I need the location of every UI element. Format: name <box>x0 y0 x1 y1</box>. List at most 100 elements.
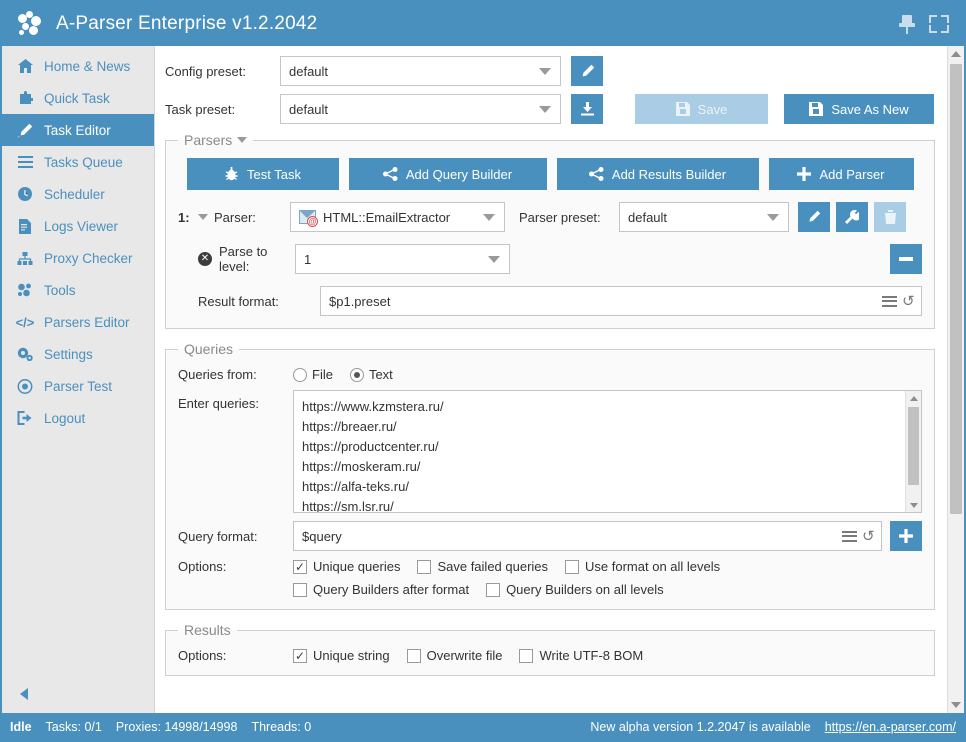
queries-from-label: Queries from: <box>178 367 293 382</box>
chevron-down-icon <box>539 68 551 75</box>
test-task-label: Test Task <box>247 167 301 182</box>
chevron-down-icon <box>767 214 779 221</box>
lines-icon[interactable] <box>842 531 857 542</box>
parse-level-label: Parse to level: <box>219 244 295 274</box>
config-preset-select[interactable]: default <box>280 56 561 86</box>
sidebar-item-label: Logout <box>44 411 85 426</box>
undo-icon[interactable]: ↻ <box>902 294 915 309</box>
sidebar-item-proxy-checker[interactable]: Proxy Checker <box>2 242 154 274</box>
body: Home & News Quick Task Task Editor <box>2 46 964 713</box>
circle-x-icon[interactable]: ✕ <box>198 252 212 266</box>
sidebar-item-scheduler[interactable]: Scheduler <box>2 178 154 210</box>
option-label: Unique queries <box>313 559 400 574</box>
add-parser-button[interactable]: Add Parser <box>769 158 914 190</box>
sidebar-item-tasks-queue[interactable]: Tasks Queue <box>2 146 154 178</box>
sidebar-item-parser-test[interactable]: Parser Test <box>2 370 154 402</box>
title-bar: A-Parser Enterprise v1.2.2042 <box>2 2 964 46</box>
queries-from-file-label: File <box>312 367 333 382</box>
sidebar-item-label: Scheduler <box>44 187 105 202</box>
queries-from-text-radio[interactable]: Text <box>350 367 393 382</box>
fullscreen-icon[interactable] <box>928 13 950 35</box>
sidebar-item-logout[interactable]: Logout <box>2 402 154 434</box>
undo-icon[interactable]: ↻ <box>862 529 875 544</box>
add-query-builder-label: Add Query Builder <box>406 167 512 182</box>
option-query-builders-after-format[interactable]: Query Builders after format <box>293 582 469 597</box>
add-query-builder-button[interactable]: Add Query Builder <box>349 158 547 190</box>
queries-textarea-scrollbar[interactable] <box>905 391 921 512</box>
collapse-sidebar-icon[interactable] <box>2 675 154 713</box>
sidebar-item-quick-task[interactable]: Quick Task <box>2 82 154 114</box>
page-scrollbar[interactable] <box>947 46 964 713</box>
parser-label: Parser: <box>214 210 290 225</box>
option-unique-string[interactable]: ✓ Unique string <box>293 648 390 663</box>
queries-textarea[interactable]: https://www.kzmstera.ru/ https://breaer.… <box>294 391 905 512</box>
sidebar-item-task-editor[interactable]: Task Editor <box>2 114 154 146</box>
sidebar-item-label: Parsers Editor <box>44 315 130 330</box>
checkbox-checked-icon: ✓ <box>293 560 307 574</box>
add-results-builder-button[interactable]: Add Results Builder <box>557 158 759 190</box>
sidebar-item-parsers-editor[interactable]: </> Parsers Editor <box>2 306 154 338</box>
save-as-new-button[interactable]: Save As New <box>784 94 934 124</box>
config-preset-label: Config preset: <box>165 64 280 79</box>
radio-icon <box>293 368 307 382</box>
delete-parser-button[interactable] <box>874 202 906 232</box>
save-button[interactable]: Save <box>635 94 768 124</box>
parse-level-value: 1 <box>304 252 311 267</box>
scrollbar-thumb[interactable] <box>908 407 919 485</box>
enter-queries-label: Enter queries: <box>178 390 293 411</box>
scroll-up-icon[interactable] <box>948 46 964 62</box>
test-task-button[interactable]: Test Task <box>187 158 339 190</box>
result-format-field-icons: ↻ <box>882 294 915 309</box>
gears-icon <box>15 347 35 361</box>
scroll-down-icon[interactable] <box>906 498 921 512</box>
edit-parser-preset-button[interactable] <box>798 202 830 232</box>
parser-row-number: 1: <box>178 210 198 225</box>
update-link[interactable]: https://en.a-parser.com/ <box>825 720 956 734</box>
scroll-down-icon[interactable] <box>948 697 964 713</box>
scrollbar-thumb[interactable] <box>950 64 962 514</box>
add-parser-label: Add Parser <box>819 167 884 182</box>
remove-parser-button[interactable] <box>890 244 922 274</box>
queries-options-row-1: Options: ✓ Unique queries Save failed qu… <box>178 559 922 574</box>
sidebar-item-tools[interactable]: Tools <box>2 274 154 306</box>
lines-icon[interactable] <box>882 296 897 307</box>
query-format-input[interactable]: $query ↻ <box>293 521 882 551</box>
option-save-failed-queries[interactable]: Save failed queries <box>417 559 548 574</box>
sidebar-item-label: Parser Test <box>44 379 112 394</box>
molecule-logo-icon <box>18 11 46 37</box>
parsers-legend[interactable]: Parsers <box>178 132 253 148</box>
sidebar-item-home-news[interactable]: Home & News <box>2 50 154 82</box>
chevron-down-icon <box>237 137 247 143</box>
add-results-builder-label: Add Results Builder <box>612 167 726 182</box>
add-query-format-button[interactable] <box>890 521 922 551</box>
option-query-builders-on-all-levels[interactable]: Query Builders on all levels <box>486 582 664 597</box>
save-label: Save <box>698 102 728 117</box>
sidebar-item-logs-viewer[interactable]: Logs Viewer <box>2 210 154 242</box>
task-preset-select[interactable]: default <box>280 94 561 124</box>
checkbox-icon <box>407 649 421 663</box>
option-unique-queries[interactable]: ✓ Unique queries <box>293 559 400 574</box>
puzzle-icon <box>15 91 35 105</box>
edit-config-preset-button[interactable] <box>571 56 603 86</box>
status-state: Idle <box>10 720 32 734</box>
result-format-value: $p1.preset <box>329 294 882 309</box>
chevron-down-icon[interactable] <box>198 214 208 220</box>
result-format-input[interactable]: $p1.preset ↻ <box>320 286 922 316</box>
pin-icon[interactable] <box>896 13 918 35</box>
option-use-format-on-all-levels[interactable]: Use format on all levels <box>565 559 720 574</box>
option-overwrite-file[interactable]: Overwrite file <box>407 648 503 663</box>
parse-level-select[interactable]: 1 <box>295 244 510 274</box>
parser-settings-wrench-button[interactable] <box>836 202 868 232</box>
parser-select[interactable]: @ HTML::EmailExtractor <box>290 202 505 232</box>
scroll-up-icon[interactable] <box>906 391 921 405</box>
task-preset-label: Task preset: <box>165 102 280 117</box>
option-write-utf8-bom[interactable]: Write UTF-8 BOM <box>519 648 643 663</box>
download-task-preset-button[interactable] <box>571 94 603 124</box>
home-icon <box>15 59 35 73</box>
queries-from-file-radio[interactable]: File <box>293 367 333 382</box>
sidebar-item-settings[interactable]: Settings <box>2 338 154 370</box>
task-preset-row: Task preset: default Save Save As N <box>165 94 935 124</box>
result-format-label: Result format: <box>198 294 320 309</box>
parser-preset-select[interactable]: default <box>619 202 789 232</box>
query-format-label: Query format: <box>178 529 293 544</box>
